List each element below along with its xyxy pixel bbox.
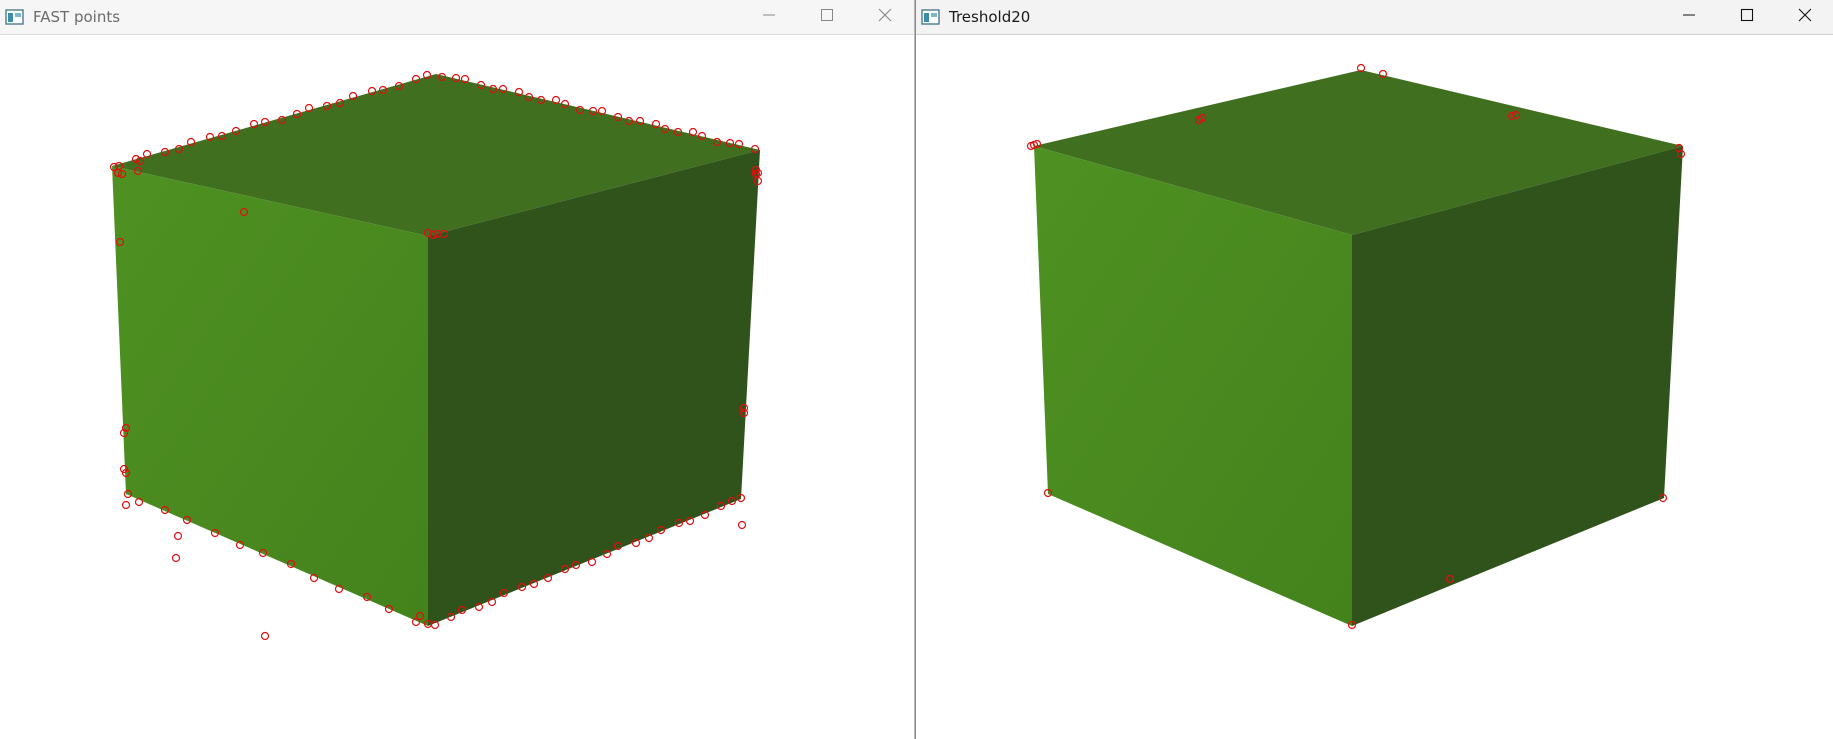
title-bar[interactable]: FAST points bbox=[0, 0, 914, 35]
cube bbox=[112, 74, 760, 626]
maximize-icon bbox=[1740, 8, 1754, 22]
close-button[interactable] bbox=[1776, 0, 1833, 30]
keypoint-marker bbox=[121, 500, 131, 510]
opencv-window-icon bbox=[921, 9, 940, 25]
minimize-button[interactable] bbox=[740, 0, 798, 30]
cube-left-face bbox=[112, 166, 428, 626]
image-canvas bbox=[916, 36, 1833, 739]
cube-image bbox=[109, 70, 763, 641]
maximize-button[interactable] bbox=[798, 0, 856, 30]
title-bar[interactable]: Treshold20 bbox=[916, 0, 1833, 35]
treshold20-window[interactable]: Treshold20 bbox=[915, 0, 1833, 739]
window-title: Treshold20 bbox=[949, 8, 1031, 26]
close-button[interactable] bbox=[856, 0, 914, 30]
close-icon bbox=[1798, 8, 1812, 22]
keypoint-marker bbox=[587, 557, 597, 567]
minimize-icon bbox=[1683, 14, 1695, 16]
window-title: FAST points bbox=[33, 8, 121, 26]
keypoint-marker bbox=[171, 553, 181, 563]
keypoint-marker bbox=[173, 531, 183, 541]
opencv-window-icon bbox=[5, 9, 24, 25]
cube bbox=[1034, 70, 1683, 626]
maximize-button[interactable] bbox=[1718, 0, 1776, 30]
keypoint-marker bbox=[737, 520, 747, 530]
maximize-icon bbox=[821, 9, 833, 21]
image-canvas bbox=[0, 36, 914, 739]
cube-image bbox=[1026, 63, 1686, 630]
minimize-icon bbox=[763, 14, 775, 16]
fast-points-window[interactable]: FAST points bbox=[0, 0, 915, 739]
minimize-button[interactable] bbox=[1660, 0, 1718, 30]
keypoint-marker bbox=[260, 631, 270, 641]
close-icon bbox=[878, 8, 892, 22]
